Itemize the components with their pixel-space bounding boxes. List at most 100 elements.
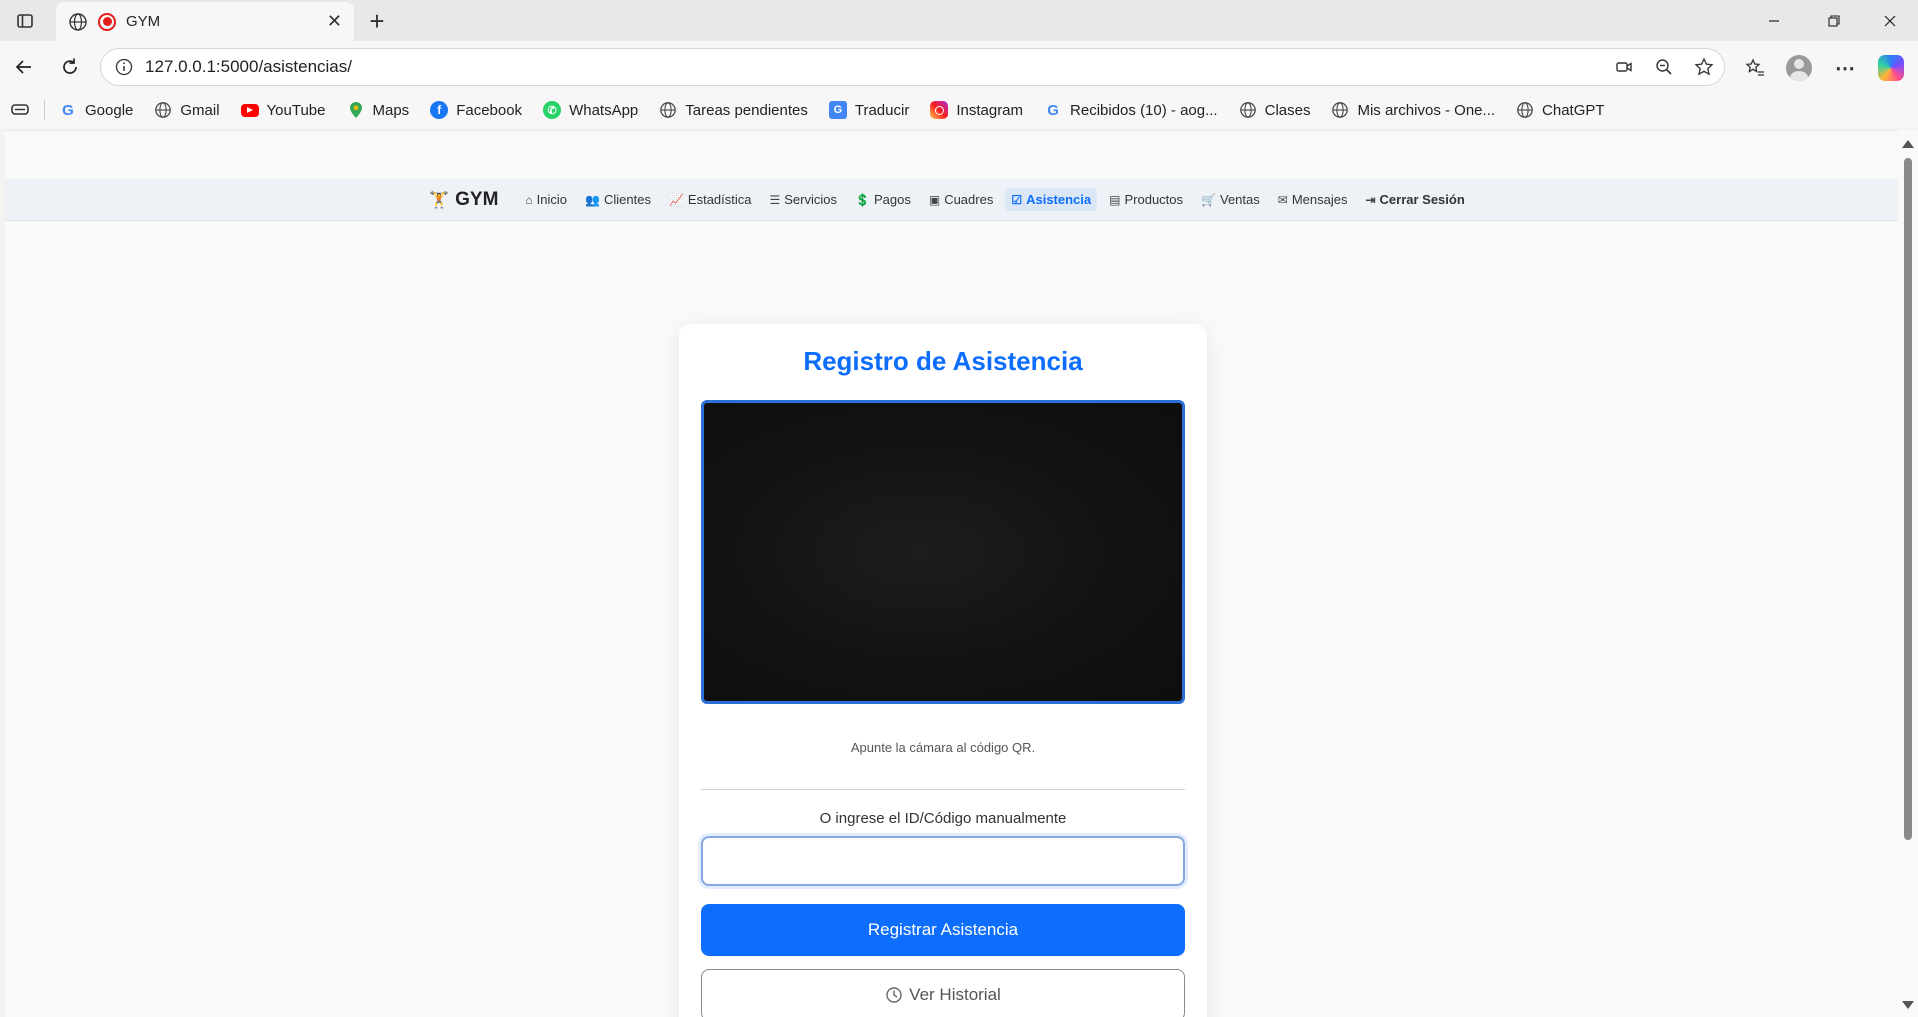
- nav-item-cerrar-sesión[interactable]: ⇥ Cerrar Sesión: [1359, 188, 1470, 211]
- bookmark-item[interactable]: ChatGPT: [1516, 101, 1605, 119]
- manual-id-input[interactable]: [701, 836, 1185, 886]
- bookmark-item[interactable]: ✆ WhatsApp: [543, 101, 638, 119]
- bookmark-item[interactable]: Gmail: [154, 101, 220, 119]
- bookmark-item[interactable]: YouTube: [240, 101, 326, 119]
- favorites-list-icon: [1745, 58, 1764, 76]
- brand[interactable]: 🏋 GYM: [429, 189, 498, 211]
- nav-item-label: Cuadres: [944, 192, 994, 207]
- bookmark-item[interactable]: G Traducir: [828, 101, 910, 119]
- nav-item-mensajes[interactable]: ✉ Mensajes: [1272, 188, 1354, 211]
- bookmark-item[interactable]: Instagram: [930, 101, 1023, 119]
- bookmark-item[interactable]: G Google: [59, 101, 133, 119]
- facebook-icon: f: [430, 101, 449, 119]
- scroll-thumb[interactable]: [1904, 158, 1912, 840]
- more-menu-button[interactable]: ⋯: [1828, 51, 1862, 85]
- google-icon: G: [1047, 101, 1059, 119]
- zoom-button[interactable]: [1644, 48, 1684, 86]
- calendar-check-icon: ☑: [1011, 192, 1023, 207]
- bookmark-label: Instagram: [956, 101, 1024, 119]
- bookmark-label: ChatGPT: [1542, 101, 1605, 119]
- bookmark-item[interactable]: f Facebook: [430, 101, 522, 119]
- bookmark-label: Tareas pendientes: [685, 101, 808, 119]
- zoom-out-icon: [1656, 59, 1672, 75]
- app-navbar: 🏋 GYM ⌂ Inicio 👥 Clientes 📈 Estadística ☰ Servi…: [5, 179, 1898, 221]
- google-icon: G: [62, 101, 74, 119]
- bookmark-item[interactable]: Mis archivos - One...: [1331, 101, 1495, 119]
- back-button[interactable]: [8, 51, 40, 83]
- nav-item-clientes[interactable]: 👥 Clientes: [579, 188, 657, 211]
- copilot-button[interactable]: [1874, 51, 1908, 85]
- register-attendance-label: Registrar Asistencia: [867, 920, 1019, 939]
- restore-icon: [1828, 14, 1840, 27]
- nav-item-ventas[interactable]: 🛒 Ventas: [1195, 188, 1266, 211]
- bookmark-item[interactable]: Maps: [347, 101, 409, 119]
- view-history-label: Ver Historial: [909, 985, 1001, 1004]
- view-history-button[interactable]: Ver Historial: [701, 969, 1185, 1017]
- scroll-down-icon[interactable]: [1902, 1001, 1914, 1009]
- bookmark-label: Clases: [1264, 101, 1311, 119]
- copilot-icon: [1878, 55, 1904, 81]
- refresh-icon: [63, 58, 77, 74]
- page-scrollbar[interactable]: [1898, 130, 1918, 1017]
- bookmark-item[interactable]: G Recibidos (10) - aog...: [1044, 101, 1217, 119]
- nav-item-servicios[interactable]: ☰ Servicios: [764, 188, 844, 211]
- logout-icon: ⇥: [1365, 192, 1376, 207]
- favorite-button[interactable]: [1684, 48, 1724, 86]
- nav-item-inicio[interactable]: ⌂ Inicio: [519, 188, 573, 211]
- register-icon: ▣: [928, 192, 941, 207]
- favorites-button[interactable]: [1738, 51, 1772, 85]
- video-camera-icon: [1616, 62, 1632, 72]
- globe-icon: [1239, 101, 1257, 119]
- recording-icon: [98, 12, 116, 31]
- collections-icon[interactable]: [10, 101, 30, 119]
- sidebar-panel-icon: [17, 14, 33, 28]
- bookmark-label: YouTube: [266, 101, 326, 119]
- bookmark-label: Traducir: [854, 101, 910, 119]
- bookmarks-bar: G Google Gmail YouTube Maps f Facebook ✆ WhatsAp…: [0, 93, 1918, 127]
- envelope-icon: ✉: [1277, 192, 1288, 207]
- instagram-icon: [930, 101, 949, 119]
- minimize-button[interactable]: [1746, 0, 1802, 41]
- nav-links: ⌂ Inicio 👥 Clientes 📈 Estadística ☰ Servicios 💲 P…: [516, 188, 1473, 211]
- translate-icon: G: [828, 101, 847, 119]
- nav-item-asistencia[interactable]: ☑ Asistencia: [1005, 188, 1098, 211]
- globe-icon: [154, 101, 172, 119]
- tab-strip: GYM ✕ +: [0, 0, 1918, 41]
- more-icon: ⋯: [1835, 57, 1855, 80]
- camera-indicator-button[interactable]: [1604, 48, 1644, 86]
- restore-button[interactable]: [1806, 0, 1862, 41]
- profile-button[interactable]: [1782, 51, 1816, 85]
- close-tab-icon[interactable]: ✕: [327, 11, 342, 32]
- nav-item-estadística[interactable]: 📈 Estadística: [663, 188, 758, 211]
- bookmark-item[interactable]: Clases: [1239, 101, 1311, 119]
- nav-item-label: Inicio: [536, 192, 568, 207]
- reload-button[interactable]: [54, 51, 86, 83]
- bookmark-item[interactable]: Tareas pendientes: [659, 101, 808, 119]
- nav-item-label: Clientes: [603, 192, 651, 207]
- active-tab[interactable]: GYM ✕: [56, 2, 354, 41]
- bookmark-label: WhatsApp: [569, 101, 639, 119]
- url-text: 127.0.0.1:5000/asistencias/: [145, 57, 352, 76]
- globe-icon: [69, 12, 87, 31]
- bookmarks-divider: [44, 100, 45, 120]
- bookmark-label: Facebook: [456, 101, 523, 119]
- star-icon: [1694, 57, 1714, 76]
- nav-item-label: Cerrar Sesión: [1379, 192, 1465, 207]
- nav-item-pagos[interactable]: 💲 Pagos: [849, 188, 917, 211]
- scroll-up-icon[interactable]: [1902, 140, 1914, 148]
- address-bar[interactable]: 127.0.0.1:5000/asistencias/: [100, 48, 1725, 86]
- info-icon: [115, 58, 133, 76]
- register-attendance-button[interactable]: Registrar Asistencia: [701, 904, 1185, 956]
- tab-actions-button[interactable]: [10, 8, 40, 34]
- nav-item-label: Asistencia: [1026, 192, 1092, 207]
- camera-preview: [701, 400, 1185, 704]
- youtube-icon: [240, 103, 259, 117]
- camera-hint: Apunte la cámara al código QR.: [850, 740, 1036, 755]
- manual-id-label: O ingrese el ID/Código manualmente: [819, 810, 1067, 827]
- close-window-button[interactable]: [1862, 0, 1918, 41]
- whatsapp-icon: ✆: [543, 101, 562, 119]
- nav-item-cuadres[interactable]: ▣ Cuadres: [923, 188, 999, 211]
- users-icon: 👥: [585, 192, 600, 207]
- nav-item-productos[interactable]: ▤ Productos: [1103, 188, 1189, 211]
- new-tab-button[interactable]: +: [362, 6, 392, 36]
